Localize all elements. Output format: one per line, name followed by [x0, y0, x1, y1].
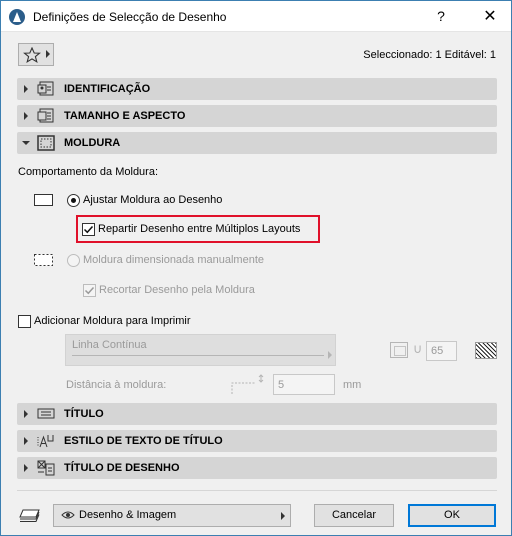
pen-color-swatch[interactable] [475, 342, 497, 359]
checkmark-icon [84, 286, 95, 295]
id-card-icon [37, 81, 54, 96]
expand-arrow-icon [24, 85, 28, 93]
dashed-frame-icon [34, 254, 53, 266]
fit-frame-label: Ajustar Moldura ao Desenho [83, 194, 223, 206]
section-identification[interactable]: IDENTIFICAÇÃO [17, 78, 497, 100]
frame-behavior-label: Comportamento da Moldura: [18, 166, 159, 178]
dialog-window: Definições de Selecção de Desenho ? ✕ Se… [0, 0, 512, 536]
selection-info: Seleccionado: 1 Editável: 1 [363, 49, 496, 61]
distance-input[interactable]: 5 [273, 374, 335, 395]
section-label: MOLDURA [64, 137, 121, 149]
eye-icon [61, 511, 75, 519]
section-label: IDENTIFICAÇÃO [64, 83, 151, 95]
footer-divider [17, 490, 497, 491]
dropdown-arrow-icon [281, 512, 285, 520]
expand-arrow-icon [24, 437, 28, 445]
crop-drawing-label: Recortar Desenho pela Moldura [99, 284, 255, 296]
solid-frame-icon [34, 194, 53, 206]
expand-arrow-icon [24, 410, 28, 418]
expand-arrow-icon [24, 464, 28, 472]
split-layouts-checkbox[interactable] [82, 223, 95, 236]
ok-button[interactable]: OK [408, 504, 496, 527]
collapse-arrow-icon [22, 141, 30, 145]
view-mode-dropdown[interactable]: Desenho & Imagem [53, 504, 291, 527]
manual-frame-radio[interactable] [67, 254, 80, 267]
section-title-text-style[interactable]: ESTILO DE TEXTO DE TÍTULO [17, 430, 497, 452]
size-aspect-icon [37, 108, 54, 123]
section-drawing-title[interactable]: TÍTULO DE DESENHO [17, 457, 497, 479]
print-frame-label: Adicionar Moldura para Imprimir [34, 315, 191, 327]
section-size-aspect[interactable]: TAMANHO E ASPECTO [17, 105, 497, 127]
fit-frame-radio[interactable] [67, 194, 80, 207]
cancel-button[interactable]: Cancelar [314, 504, 394, 527]
frame-icon [37, 135, 55, 151]
print-frame-checkbox[interactable] [18, 315, 31, 328]
title-bar: Definições de Selecção de Desenho ? ✕ [1, 1, 511, 32]
drawing-title-icon [37, 460, 55, 476]
section-label: TÍTULO DE DESENHO [64, 462, 180, 474]
favorites-arrow-icon [46, 50, 50, 58]
section-frame[interactable]: MOLDURA [17, 132, 497, 154]
manual-frame-label: Moldura dimensionada manualmente [83, 254, 264, 266]
pen-weight-icon: ∪ [413, 341, 423, 356]
close-button[interactable]: ✕ [480, 6, 500, 26]
section-title[interactable]: TÍTULO [17, 403, 497, 425]
title-text-style-icon [37, 435, 54, 448]
line-sample [72, 355, 324, 356]
pen-number-field[interactable]: 65 [426, 341, 457, 361]
dropdown-arrow-icon [328, 351, 332, 359]
checkmark-icon [83, 225, 94, 234]
help-button[interactable]: ? [433, 8, 449, 24]
expand-arrow-icon [24, 112, 28, 120]
frame-distance-icon [231, 374, 264, 394]
line-type-value: Linha Contínua [72, 339, 147, 351]
distance-label: Distância à moldura: [66, 379, 167, 391]
split-layouts-label: Repartir Desenho entre Múltiplos Layouts [98, 223, 301, 235]
section-label: TAMANHO E ASPECTO [64, 110, 186, 122]
layers-icon [19, 509, 40, 522]
crop-drawing-checkbox[interactable] [83, 284, 96, 297]
view-mode-label: Desenho & Imagem [79, 509, 177, 521]
star-icon [23, 47, 41, 63]
distance-unit: mm [343, 379, 362, 391]
section-label: TÍTULO [64, 408, 104, 420]
line-type-dropdown[interactable]: Linha Contínua [65, 334, 336, 366]
section-label: ESTILO DE TEXTO DE TÍTULO [64, 435, 223, 447]
title-icon [37, 408, 55, 419]
favorites-button[interactable] [18, 43, 54, 66]
pen-icon [390, 342, 408, 358]
window-title: Definições de Selecção de Desenho [33, 10, 227, 24]
archicad-app-icon [9, 9, 25, 25]
